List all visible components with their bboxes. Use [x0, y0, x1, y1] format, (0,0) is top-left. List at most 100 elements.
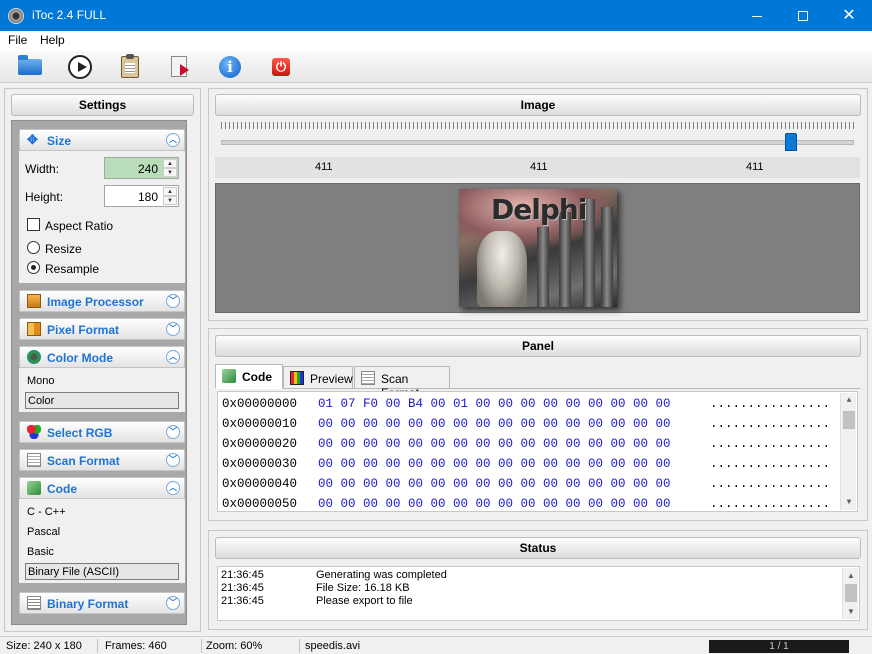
- hex-scrollbar[interactable]: ▲ ▼: [840, 393, 856, 510]
- section-binary-format[interactable]: Binary Format ﹀: [19, 592, 185, 614]
- export-button[interactable]: [167, 54, 193, 80]
- toolbar: i ⏻: [0, 51, 872, 83]
- aspect-ratio-label[interactable]: Aspect Ratio: [45, 219, 113, 233]
- section-image-processor[interactable]: Image Processor ﹀: [19, 290, 185, 312]
- scroll-up-icon[interactable]: ▲: [841, 393, 857, 408]
- settings-header: Settings: [11, 94, 194, 116]
- app-icon[interactable]: [8, 8, 24, 24]
- spin-up-icon[interactable]: ▲: [163, 187, 177, 196]
- image-processor-icon: [27, 294, 41, 308]
- section-scan-format[interactable]: Scan Format ﹀: [19, 449, 185, 471]
- scan-format-icon: [361, 371, 375, 385]
- ruler-label: 411: [315, 161, 333, 173]
- section-image-processor-label: Image Processor: [47, 295, 144, 309]
- menu-help[interactable]: Help: [40, 33, 65, 47]
- window-title: iToc 2.4 FULL: [32, 8, 107, 22]
- info-button[interactable]: i: [217, 54, 243, 80]
- run-button[interactable]: [67, 54, 93, 80]
- scroll-thumb[interactable]: [845, 584, 857, 602]
- slider-ticks: [221, 122, 854, 129]
- scan-format-icon: [27, 453, 41, 467]
- ruler-label: 411: [746, 161, 764, 173]
- expand-icon[interactable]: ﹀: [166, 596, 180, 610]
- ruler: 411 411 411: [215, 157, 860, 178]
- maximize-button[interactable]: [780, 0, 826, 31]
- pixel-format-icon: [27, 322, 41, 336]
- status-header: Status: [215, 537, 861, 559]
- color-mode-option-selected[interactable]: Color: [25, 392, 179, 409]
- scroll-down-icon[interactable]: ▼: [843, 604, 859, 619]
- code-option[interactable]: Basic: [25, 544, 179, 561]
- status-log[interactable]: 21:36:45 Generating was completed 21:36:4…: [217, 566, 860, 621]
- section-color-mode-label: Color Mode: [47, 351, 113, 365]
- clipboard-button[interactable]: [117, 54, 143, 80]
- resample-label[interactable]: Resample: [45, 262, 99, 276]
- open-button[interactable]: [17, 54, 43, 80]
- hex-row: 0x00000020 00 00 00 00 00 00 00 00 00 00 …: [222, 437, 831, 451]
- status-bar: Size: 240 x 180 Frames: 460 Zoom: 60% sp…: [0, 636, 872, 654]
- tab-scan-format[interactable]: Scan Format: [354, 366, 450, 400]
- preview-image-text: Delphi: [491, 193, 587, 226]
- ruler-label: 411: [530, 161, 548, 173]
- resize-radio[interactable]: [27, 241, 40, 254]
- hex-row: 0x00000030 00 00 00 00 00 00 00 00 00 00 …: [222, 457, 831, 471]
- settings-sections: ✥ Size ︿ Width: 240 ▲ ▼ Height: 180 ▲ ▼ As…: [11, 120, 187, 625]
- scroll-down-icon[interactable]: ▼: [841, 495, 857, 510]
- color-mode-icon: [27, 350, 41, 364]
- minimize-button[interactable]: [734, 0, 780, 31]
- color-mode-option[interactable]: Mono: [25, 373, 179, 390]
- export-icon: [171, 56, 189, 77]
- section-select-rgb-label: Select RGB: [47, 426, 113, 440]
- aspect-ratio-checkbox[interactable]: [27, 218, 40, 231]
- section-color-mode[interactable]: Color Mode ︿: [19, 346, 185, 368]
- code-option[interactable]: C - C++: [25, 504, 179, 521]
- collapse-icon[interactable]: ︿: [166, 481, 180, 495]
- menu-file[interactable]: File: [8, 33, 27, 47]
- hex-row: 0x00000040 00 00 00 00 00 00 00 00 00 00 …: [222, 477, 831, 491]
- resample-radio[interactable]: [27, 261, 40, 274]
- spin-up-icon[interactable]: ▲: [163, 159, 177, 168]
- expand-icon[interactable]: ﹀: [166, 453, 180, 467]
- code-option[interactable]: Pascal: [25, 524, 179, 541]
- zoom-slider[interactable]: [221, 140, 854, 145]
- tab-preview[interactable]: Preview: [283, 366, 353, 389]
- width-spinner[interactable]: 240 ▲ ▼: [104, 157, 179, 179]
- expand-icon[interactable]: ﹀: [166, 425, 180, 439]
- scroll-thumb[interactable]: [843, 411, 855, 429]
- tab-preview-label: Preview: [310, 372, 353, 386]
- width-label: Width:: [25, 162, 60, 176]
- hex-row: 0x00000000 01 07 F0 00 B4 00 01 00 00 00 …: [222, 397, 831, 411]
- clipboard-icon: [121, 54, 139, 78]
- resize-label[interactable]: Resize: [45, 242, 82, 256]
- status-zoom: Zoom: 60%: [206, 640, 263, 652]
- status-file: speedis.avi: [305, 640, 361, 652]
- preview-icon: [290, 371, 304, 385]
- collapse-icon[interactable]: ︿: [166, 133, 180, 147]
- log-scrollbar[interactable]: ▲ ▼: [842, 568, 858, 619]
- spin-down-icon[interactable]: ▼: [163, 196, 177, 205]
- expand-icon[interactable]: ﹀: [166, 322, 180, 336]
- hex-view[interactable]: 0x00000000 01 07 F0 00 B4 00 01 00 00 00 …: [217, 391, 858, 512]
- folder-open-icon: [18, 55, 42, 75]
- expand-icon[interactable]: ﹀: [166, 294, 180, 308]
- code-option-selected[interactable]: Binary File (ASCII): [25, 563, 179, 580]
- resize-icon: ✥: [27, 132, 38, 147]
- exit-button[interactable]: ⏻: [267, 54, 293, 80]
- section-code[interactable]: Code ︿: [19, 477, 185, 499]
- spin-down-icon[interactable]: ▼: [163, 168, 177, 177]
- slider-thumb[interactable]: [784, 133, 797, 151]
- code-body: C - C++ Pascal Basic Binary File (ASCII): [19, 499, 185, 583]
- preview-image: Delphi: [459, 189, 617, 307]
- height-spinner[interactable]: 180 ▲ ▼: [104, 185, 179, 207]
- section-pixel-format[interactable]: Pixel Format ﹀: [19, 318, 185, 340]
- tab-code[interactable]: Code: [215, 364, 283, 389]
- section-size[interactable]: ✥ Size ︿: [19, 129, 185, 151]
- section-select-rgb[interactable]: Select RGB ﹀: [19, 421, 185, 443]
- collapse-icon[interactable]: ︿: [166, 350, 180, 364]
- scroll-up-icon[interactable]: ▲: [843, 568, 859, 583]
- width-value: 240: [137, 162, 158, 176]
- section-pixel-format-label: Pixel Format: [47, 323, 120, 337]
- close-button[interactable]: ✕: [826, 0, 872, 31]
- code-icon: [27, 481, 41, 495]
- section-code-label: Code: [47, 482, 77, 496]
